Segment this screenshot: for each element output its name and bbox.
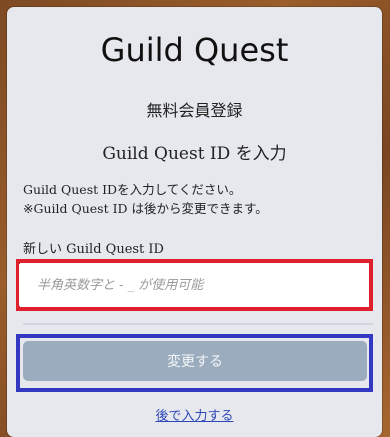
- divider: [23, 323, 373, 325]
- section-title: 無料会員登録: [146, 101, 243, 120]
- guild-quest-id-input[interactable]: [19, 264, 368, 306]
- description-text: Guild Quest IDを入力してください。 ※Guild Quest ID…: [23, 182, 268, 216]
- input-later-link[interactable]: 後で入力する: [7, 405, 382, 424]
- guild-quest-id-label: 新しい Guild Quest ID: [23, 242, 164, 257]
- step-title: Guild Quest ID を入力: [102, 144, 287, 164]
- change-button[interactable]: 変更する: [23, 341, 367, 381]
- registration-card: Guild Quest 無料会員登録 Guild Quest ID を入力 Gu…: [7, 7, 382, 437]
- app-title: Guild Quest: [100, 31, 289, 69]
